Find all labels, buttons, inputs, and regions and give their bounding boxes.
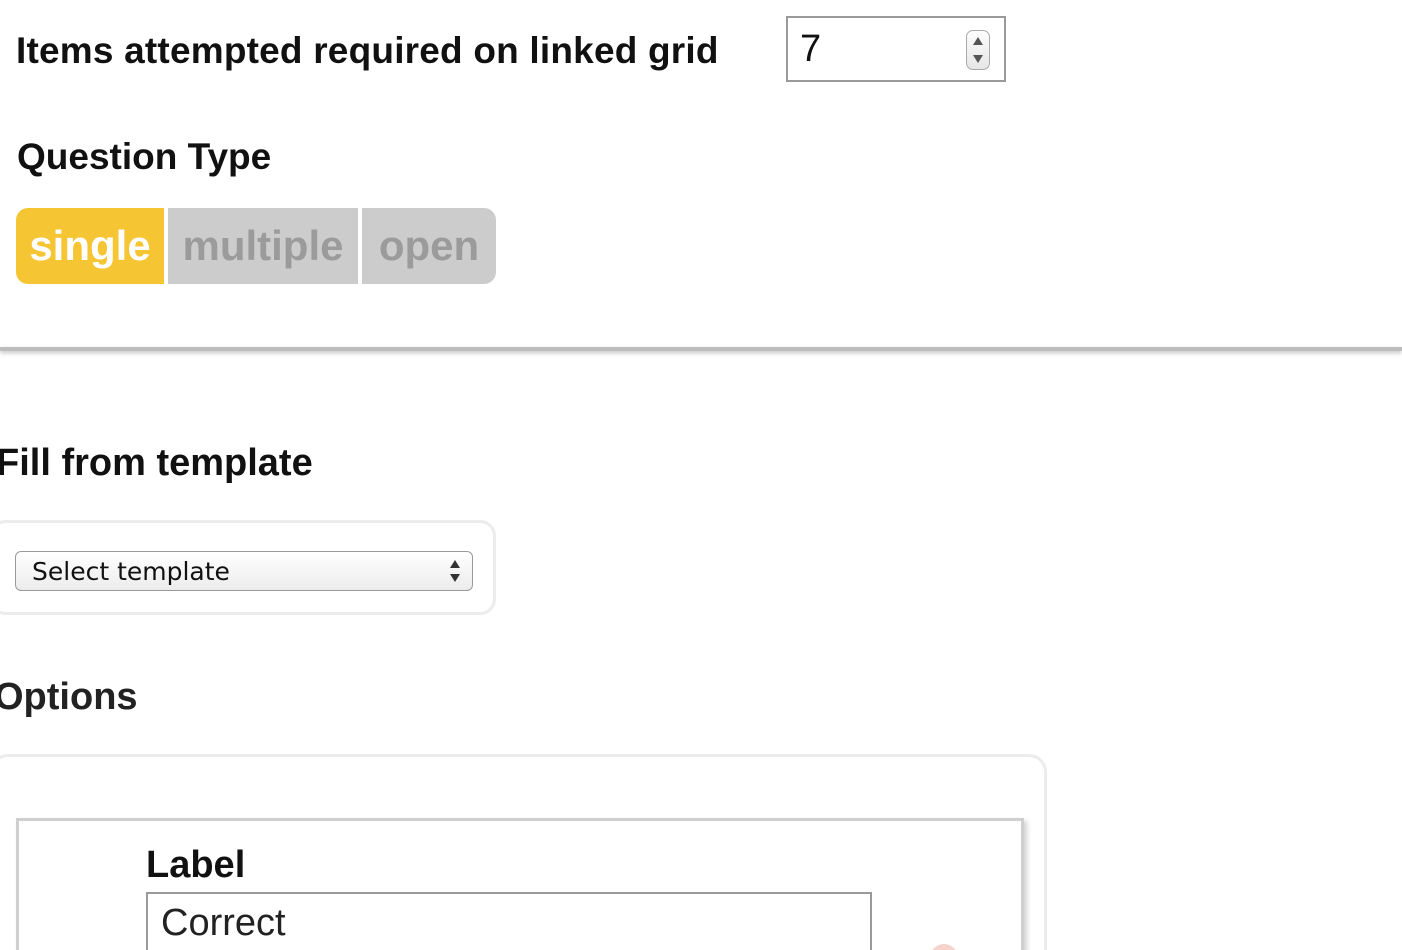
select-arrows-icon: [450, 560, 460, 582]
items-attempted-value: 7: [800, 28, 822, 70]
option-label-value: Correct: [161, 902, 286, 944]
option-label-heading: Label: [146, 844, 246, 886]
increment-arrow-icon[interactable]: [973, 37, 983, 45]
options-heading: Options: [0, 676, 138, 718]
items-attempted-row: Items attempted required on linked grid …: [16, 16, 1006, 86]
option-label-input[interactable]: Correct: [146, 892, 872, 950]
question-type-heading: Question Type: [17, 136, 272, 177]
template-select-value: Select template: [32, 557, 230, 586]
fill-from-template-heading: Fill from template: [0, 442, 313, 484]
question-type-open-button[interactable]: open: [362, 208, 496, 284]
question-type-selector: single multiple open: [16, 208, 496, 284]
items-attempted-label: Items attempted required on linked grid: [16, 30, 719, 71]
decrement-arrow-icon[interactable]: [973, 55, 983, 63]
question-type-single-button[interactable]: single: [16, 208, 164, 284]
question-type-multiple-button[interactable]: multiple: [168, 208, 358, 284]
items-attempted-input[interactable]: 7: [786, 16, 1006, 82]
page: Items attempted required on linked grid …: [0, 0, 1402, 950]
section-divider: [0, 347, 1402, 351]
template-select[interactable]: Select template: [15, 551, 473, 591]
number-stepper[interactable]: [966, 30, 990, 70]
